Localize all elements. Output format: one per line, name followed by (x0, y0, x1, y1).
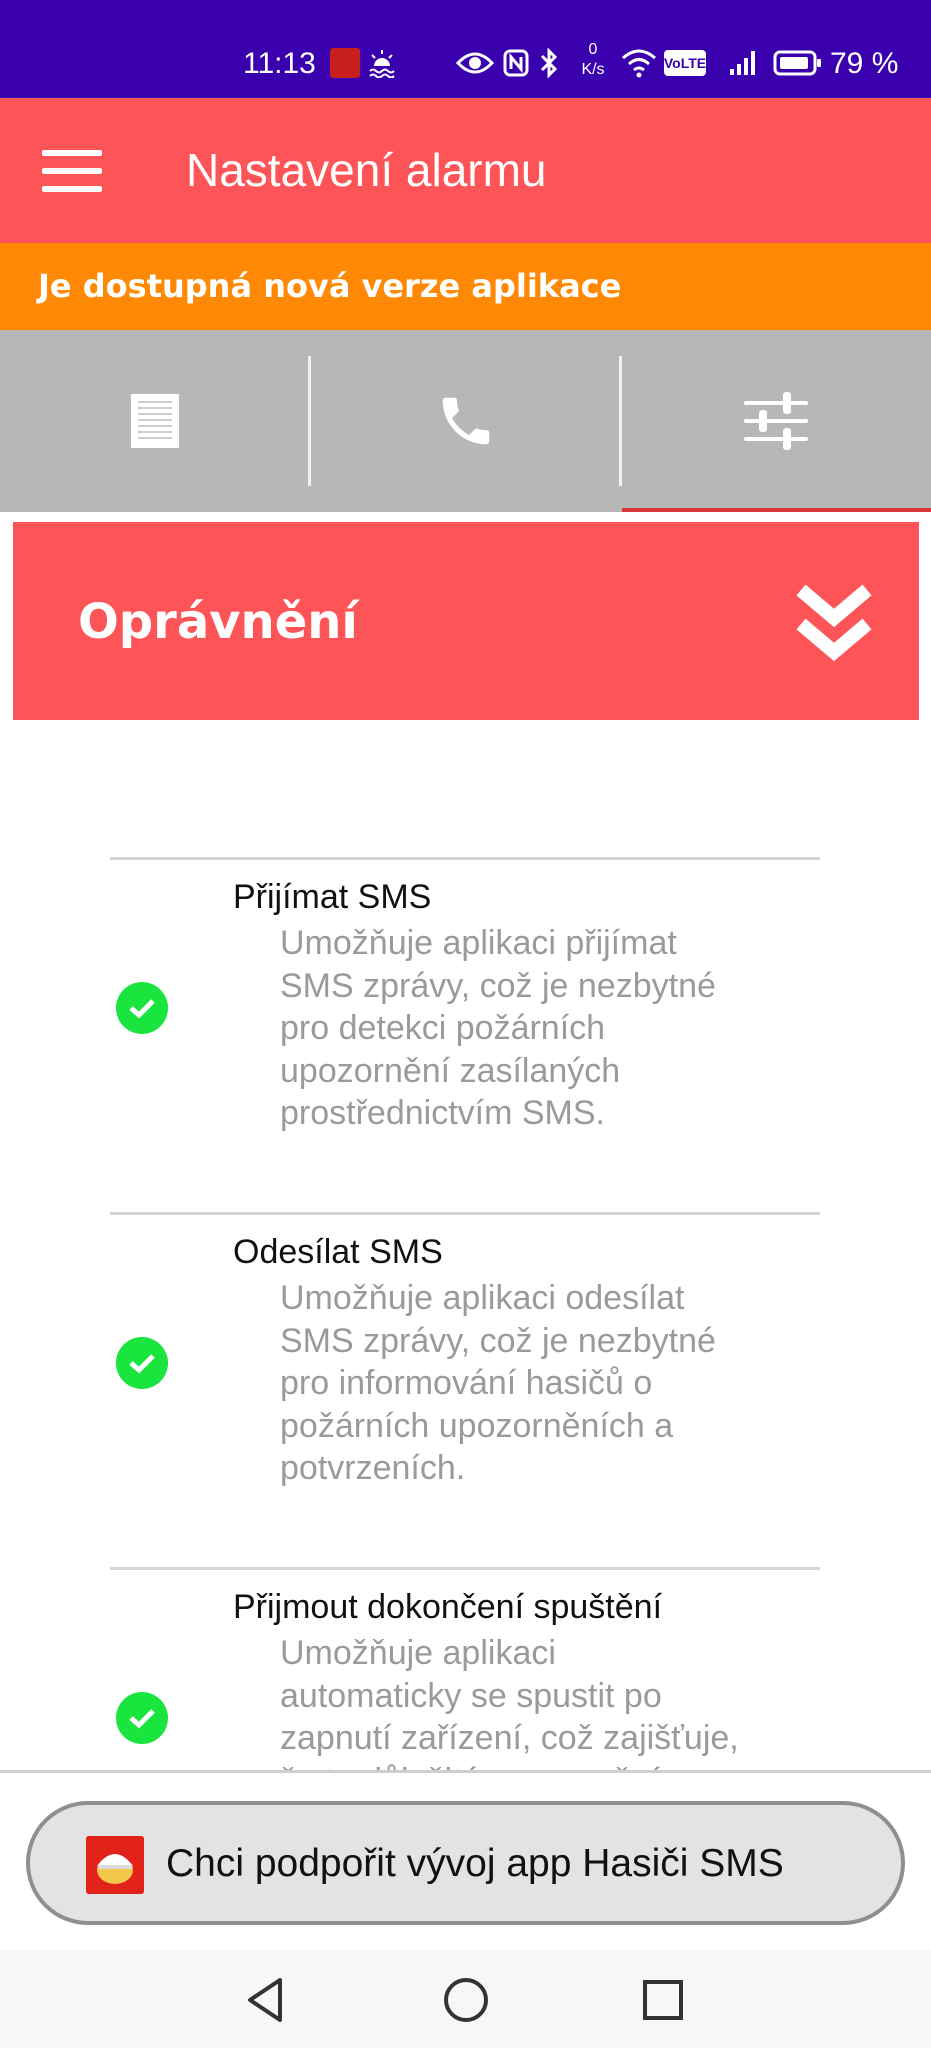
tab-bar (0, 330, 931, 512)
permission-description-line: pro informování hasičů o (280, 1364, 653, 1402)
document-icon (131, 394, 179, 448)
permission-item[interactable]: Přijímat SMS Umožňuje aplikaci přijímat … (110, 857, 820, 1212)
status-time: 11:13 (243, 47, 316, 80)
network-speed: 0 K/s (576, 40, 610, 80)
recents-icon[interactable] (633, 1970, 693, 2030)
permission-description-line: Umožňuje aplikaci přijímat (280, 924, 677, 962)
permission-description-line: požárních upozorněních a (280, 1406, 674, 1445)
permission-description-line: upozornění zasílaných (280, 1051, 621, 1090)
volte-icon: VoLTE (664, 50, 706, 76)
permission-description-line: SMS zprávy, což je nezbytné (280, 1321, 716, 1360)
permission-description: Umožňuje aplikaci přijímat SMS zprávy, c… (280, 922, 820, 1135)
bluetooth-icon (538, 48, 560, 78)
permission-description: Umožňuje aplikaci automaticky se spustit… (280, 1632, 820, 1770)
update-available-banner[interactable]: Je dostupná nová verze aplikace (0, 243, 931, 330)
double-chevron-down-icon (796, 584, 872, 662)
tab-settings[interactable] (621, 330, 931, 512)
sliders-icon (744, 392, 808, 450)
hasici-sms-logo-icon (86, 1836, 144, 1894)
permission-description-line: SMS zprávy, což je nezbytné (280, 966, 716, 1005)
bottom-support-area: Chci podpořit vývoj app Hasiči SMS (0, 1770, 931, 1950)
permission-description-line: Umožňuje aplikaci (280, 1634, 556, 1672)
check-circle-icon (116, 982, 168, 1034)
app-bar: Nastavení alarmu (0, 98, 931, 243)
status-bar: 11:13 0 K/s VoLTE 79 % (0, 0, 931, 98)
network-speed-value: 0 (588, 41, 598, 58)
permissions-section-header[interactable]: Oprávnění (13, 522, 919, 720)
menu-icon[interactable] (38, 146, 106, 196)
back-icon[interactable] (236, 1970, 296, 2030)
permission-description-line: že to důležité upozornění (280, 1760, 820, 1771)
check-circle-icon (116, 1337, 168, 1389)
nfc-icon (502, 48, 530, 78)
hasici-notification-icon (330, 48, 360, 78)
section-title: Oprávnění (78, 594, 358, 650)
permission-description-line: pro detekci požárních (280, 1009, 606, 1047)
permission-description-line: zapnutí zařízení, což zajišťuje, (280, 1719, 739, 1757)
system-nav-bar (0, 1950, 931, 2048)
battery-icon (772, 48, 824, 78)
eye-icon (456, 48, 494, 78)
selected-tab-indicator (622, 508, 931, 512)
battery-percentage: 79 % (830, 47, 899, 80)
permission-description-line: Umožňuje aplikaci odesílat (280, 1279, 685, 1317)
support-button-label: Chci podpořit vývoj app Hasiči SMS (166, 1842, 784, 1885)
page-title: Nastavení alarmu (186, 144, 547, 196)
permission-description-line: automaticky se spustit po (280, 1676, 662, 1715)
wifi-icon (620, 48, 658, 78)
phone-icon (442, 397, 490, 445)
alarm-notification-icon (366, 48, 398, 78)
tab-log[interactable] (0, 330, 310, 512)
volte-label: VoLTE (663, 55, 707, 71)
permission-description: Umožňuje aplikaci odesílat SMS zprávy, c… (280, 1277, 820, 1490)
tab-contacts[interactable] (311, 330, 621, 512)
permission-item[interactable]: Odesílat SMS Umožňuje aplikaci odesílat … (110, 1212, 820, 1567)
permission-list: Přijímat SMS Umožňuje aplikaci přijímat … (0, 720, 931, 1770)
support-development-button[interactable]: Chci podpořit vývoj app Hasiči SMS (26, 1801, 905, 1925)
network-speed-unit: K/s (581, 61, 605, 78)
permission-title: Přijímat SMS (233, 878, 432, 916)
permission-description-line: prostřednictvím SMS. (280, 1094, 605, 1132)
home-icon[interactable] (436, 1970, 496, 2030)
permission-title: Přijmout dokončení spuštění (233, 1588, 663, 1626)
permission-item[interactable]: Přijmout dokončení spuštění Umožňuje apl… (110, 1567, 820, 1770)
signal-icon (728, 48, 760, 78)
update-banner-text: Je dostupná nová verze aplikace (38, 267, 622, 305)
check-circle-icon (116, 1692, 168, 1744)
permission-title: Odesílat SMS (233, 1233, 443, 1271)
permission-description-line: potvrzeních. (280, 1449, 466, 1487)
